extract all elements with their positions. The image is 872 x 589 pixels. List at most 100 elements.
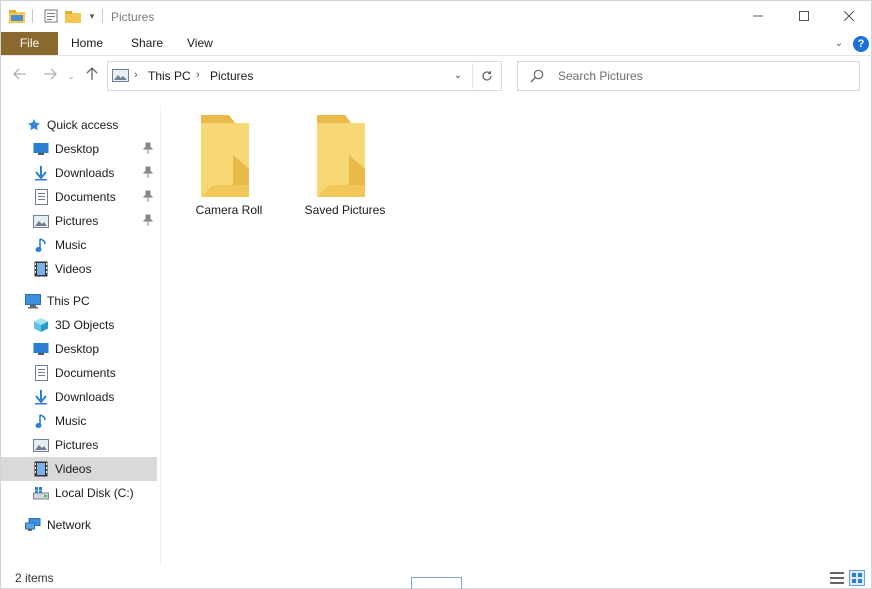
address-bar[interactable]: › This PC › Pictures ⌄ [107,61,502,91]
desktop-icon [33,341,49,357]
minimize-button[interactable] [735,1,781,31]
sidebar-item-qa-desktop[interactable]: Desktop [1,137,157,161]
sidebar-item-label: Desktop [55,342,100,356]
downloads-icon [33,165,49,181]
pictures-icon [33,213,49,229]
sidebar-item-label: Desktop [55,142,100,156]
breadcrumb-this-pc[interactable]: This PC [148,69,191,83]
address-history-dropdown-icon[interactable]: ⌄ [451,68,465,84]
pin-icon[interactable] [142,190,155,204]
sidebar-item-qa-music[interactable]: Music [1,233,157,257]
title-separator [102,9,103,23]
close-button[interactable] [826,1,872,31]
details-view-icon[interactable] [829,570,845,586]
maximize-button[interactable] [781,1,827,31]
sidebar-item-network[interactable]: Network [1,513,157,537]
properties-icon[interactable] [43,9,59,23]
tab-home[interactable]: Home [63,32,111,55]
music-icon [33,413,49,429]
new-folder-icon[interactable] [65,9,81,23]
pin-icon[interactable] [142,166,155,180]
sidebar-item-pictures[interactable]: Pictures [1,433,157,457]
file-explorer-window: ▾ Pictures File Home Share View ⌄ ? ⌄ › … [0,0,872,589]
customize-quick-access-dropdown-icon[interactable]: ▾ [87,10,97,22]
large-icons-view-icon[interactable] [849,570,865,586]
navigation-pane: Quick access Desktop Downloads Documents… [1,105,161,565]
file-list: Camera Roll Saved Pictures [171,101,861,561]
pin-icon[interactable] [142,214,155,228]
sidebar-item-label: Documents [55,366,116,380]
sidebar-item-videos[interactable]: Videos [1,457,157,481]
pictures-location-icon [112,68,129,83]
window-title: Pictures [111,10,155,24]
file-explorer-app-icon[interactable] [9,10,25,23]
breadcrumb-chevron-icon[interactable]: › [134,69,138,81]
sidebar-item-label: Music [55,414,87,428]
local-disk-icon [33,485,49,501]
videos-icon [33,261,49,277]
title-bar: ▾ Pictures [1,1,871,32]
sidebar-item-label: Videos [55,262,92,276]
folder-item-camera-roll[interactable]: Camera Roll [173,101,285,221]
sidebar-item-qa-videos[interactable]: Videos [1,257,157,281]
item-count: 2 items [15,571,54,585]
folder-name: Camera Roll [195,203,263,217]
folder-icon [195,115,255,197]
music-icon [33,237,49,253]
folder-icon [311,115,371,197]
up-button[interactable] [81,65,103,87]
videos-icon [33,461,49,477]
sidebar-item-3d-objects[interactable]: 3D Objects [1,313,157,337]
sidebar-item-label: Local Disk (C:) [55,486,134,500]
sidebar-item-quick-access[interactable]: Quick access [1,113,157,137]
sidebar-item-label: Pictures [55,438,99,452]
status-bar: 2 items [1,567,871,589]
sidebar-item-local-disk[interactable]: Local Disk (C:) [1,481,157,505]
documents-icon [33,189,49,205]
folder-item-saved-pictures[interactable]: Saved Pictures [289,101,401,221]
sidebar-item-label: 3D Objects [55,318,115,332]
sidebar-item-label: Network [47,518,92,532]
tab-view[interactable]: View [179,32,221,55]
back-button[interactable] [9,65,31,87]
ribbon-tabs: File Home Share View ⌄ ? [1,32,871,56]
sidebar-item-this-pc[interactable]: This PC [1,289,157,313]
desktop-icon [33,141,49,157]
sidebar-item-desktop[interactable]: Desktop [1,337,157,361]
tab-file[interactable]: File [1,32,58,55]
search-icon [530,69,544,83]
sidebar-item-label: Music [55,238,87,252]
downloads-icon [33,389,49,405]
sidebar-item-qa-documents[interactable]: Documents [1,185,157,209]
expand-ribbon-icon[interactable]: ⌄ [831,36,847,52]
computer-icon [25,293,41,309]
sidebar-item-label: This PC [47,294,90,308]
sidebar-item-qa-pictures[interactable]: Pictures [1,209,157,233]
sidebar-item-music[interactable]: Music [1,409,157,433]
sidebar-item-label: Downloads [55,166,115,180]
sidebar-item-label: Quick access [47,118,119,132]
sidebar-item-label: Pictures [55,214,99,228]
sidebar-item-downloads[interactable]: Downloads [1,385,157,409]
folder-name: Saved Pictures [304,203,386,217]
pictures-icon [33,437,49,453]
search-input[interactable]: Search Pictures [558,69,643,83]
tab-share[interactable]: Share [123,32,171,55]
3d-objects-icon [33,317,49,333]
sidebar-item-qa-downloads[interactable]: Downloads [1,161,157,185]
help-icon[interactable]: ? [853,36,869,52]
forward-button[interactable] [39,65,61,87]
breadcrumb-chevron-icon[interactable]: › [196,69,200,81]
sidebar-item-documents[interactable]: Documents [1,361,157,385]
documents-icon [33,365,49,381]
resize-grip-indicator [411,577,462,589]
refresh-button[interactable] [472,63,501,89]
network-icon [25,517,41,533]
title-separator [32,9,33,23]
navigation-bar: ⌄ › This PC › Pictures ⌄ Search Pictures [1,57,871,95]
sidebar-item-label: Documents [55,190,116,204]
pin-icon[interactable] [142,142,155,156]
breadcrumb-pictures[interactable]: Pictures [210,69,253,83]
recent-locations-dropdown-icon[interactable]: ⌄ [65,65,77,87]
search-box[interactable]: Search Pictures [517,61,860,91]
